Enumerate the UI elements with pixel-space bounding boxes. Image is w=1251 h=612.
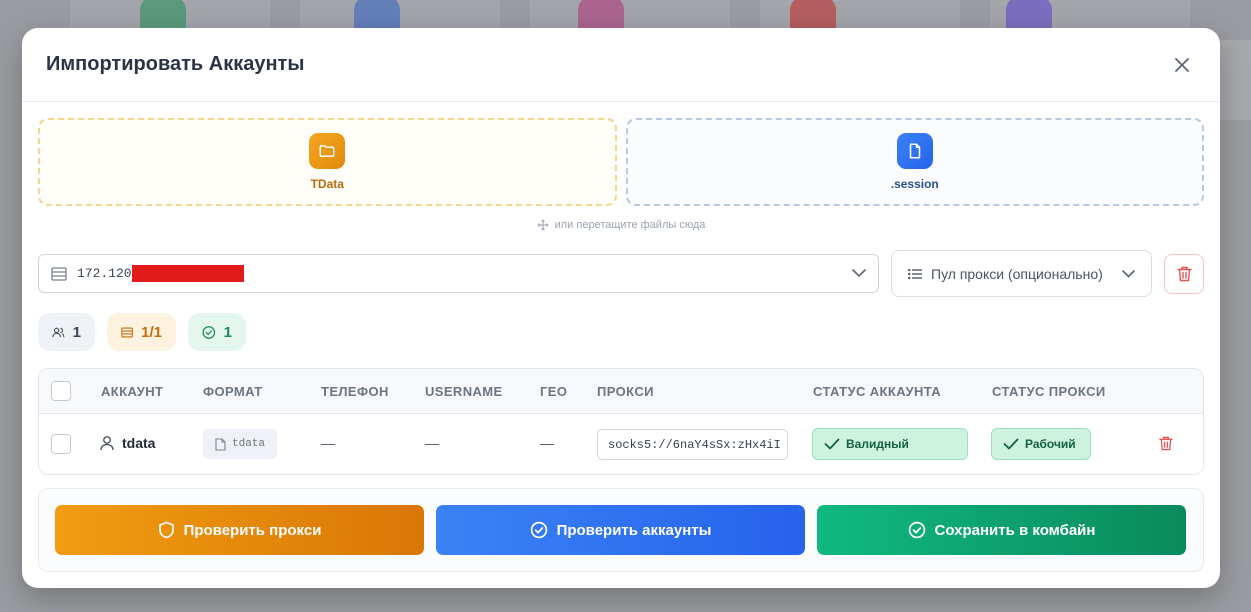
check-circle-icon xyxy=(908,521,925,539)
accounts-table: АККАУНТ ФОРМАТ ТЕЛЕФОН USERNAME ГЕО ПРОК… xyxy=(38,368,1204,475)
session-label: .session xyxy=(890,177,939,191)
stats-bar: 1 1/1 1 xyxy=(38,313,246,351)
username-value: — xyxy=(425,435,439,451)
account-status-text: Валидный xyxy=(846,437,909,451)
chevron-down-icon xyxy=(1122,269,1135,278)
actions-panel: Проверить прокси Проверить аккаунты Сохр… xyxy=(38,488,1204,572)
drag-hint-text: или перетащите файлы сюда xyxy=(554,219,706,231)
stat-accounts: 1 xyxy=(38,313,95,351)
drag-hint: или перетащите файлы сюда xyxy=(22,219,1220,231)
proxy-status-text: Рабочий xyxy=(1025,437,1076,451)
check-accounts-button[interactable]: Проверить аккаунты xyxy=(436,505,805,555)
background-panel xyxy=(1219,40,1251,120)
stat-accounts-value: 1 xyxy=(72,323,81,341)
geo-value: — xyxy=(540,435,554,451)
close-icon xyxy=(1175,58,1189,72)
row-proxy-input[interactable]: socks5://6naY4sSx:zHx4iI xyxy=(597,429,788,460)
check-proxy-label: Проверить прокси xyxy=(183,521,322,539)
check-proxy-button[interactable]: Проверить прокси xyxy=(55,505,424,555)
stat-valid: 1 xyxy=(188,313,246,351)
header-proxy: ПРОКСИ xyxy=(597,384,654,399)
trash-icon xyxy=(1159,436,1173,451)
modal-header: Импортировать Аккаунты xyxy=(22,28,1220,102)
header-format: ФОРМАТ xyxy=(203,384,263,399)
server-icon xyxy=(51,266,67,281)
account-name: tdata xyxy=(122,435,156,451)
check-icon xyxy=(824,438,840,450)
file-icon xyxy=(215,437,226,451)
clear-proxy-button[interactable] xyxy=(1164,254,1204,294)
list-icon xyxy=(908,268,922,279)
check-circle-icon xyxy=(530,521,547,539)
proxy-value: 172.120 xyxy=(77,266,132,281)
folder-icon xyxy=(309,133,346,169)
stat-proxies: 1/1 xyxy=(107,313,176,351)
chevron-down-icon xyxy=(852,269,866,278)
check-accounts-label: Проверить аккаунты xyxy=(556,521,712,539)
session-dropzone[interactable]: .session xyxy=(625,118,1204,206)
format-chip: tdata xyxy=(203,429,278,459)
proxy-pool-select[interactable]: Пул прокси (опционально) xyxy=(891,250,1152,297)
header-account: АККАУНТ xyxy=(101,384,164,399)
delete-row-button[interactable] xyxy=(1159,436,1173,456)
proxy-pool-label: Пул прокси (опционально) xyxy=(931,265,1103,282)
close-button[interactable] xyxy=(1172,55,1192,75)
table-header: АККАУНТ ФОРМАТ ТЕЛЕФОН USERNAME ГЕО ПРОК… xyxy=(39,369,1203,414)
modal-title: Импортировать Аккаунты xyxy=(46,53,305,75)
header-proxy-status: СТАТУС ПРОКСИ xyxy=(992,384,1106,399)
header-phone: ТЕЛЕФОН xyxy=(321,384,389,399)
phone-value: — xyxy=(321,435,335,451)
save-label: Сохранить в комбайн xyxy=(934,521,1096,539)
row-checkbox[interactable] xyxy=(51,434,71,454)
save-to-combine-button[interactable]: Сохранить в комбайн xyxy=(817,505,1186,555)
import-accounts-modal: Импортировать Аккаунты TData .session ил… xyxy=(22,28,1220,588)
header-account-status: СТАТУС АККАУНТА xyxy=(813,384,942,399)
account-cell: tdata xyxy=(99,435,155,451)
dropzones: TData .session xyxy=(38,118,1204,206)
check-circle-icon xyxy=(202,325,216,339)
users-icon xyxy=(52,327,65,337)
trash-icon xyxy=(1176,266,1192,282)
shield-icon xyxy=(158,521,174,539)
stat-proxies-value: 1/1 xyxy=(141,323,162,341)
account-status-badge: Валидный xyxy=(812,428,968,460)
tdata-dropzone[interactable]: TData xyxy=(38,118,617,206)
tdata-label: TData xyxy=(310,177,344,191)
user-icon xyxy=(100,436,114,451)
server-icon xyxy=(121,327,133,337)
stat-valid-value: 1 xyxy=(223,323,232,341)
file-icon xyxy=(896,133,933,169)
table-row: tdata tdata — — — socks5://6naY4sSx:zHx4… xyxy=(39,414,1203,474)
redacted-block xyxy=(131,265,244,282)
proxy-select[interactable]: 172.120 xyxy=(38,254,879,293)
header-username: USERNAME xyxy=(425,384,503,399)
select-all-checkbox[interactable] xyxy=(51,381,71,401)
check-icon xyxy=(1003,438,1019,450)
format-value: tdata xyxy=(232,438,266,450)
move-icon xyxy=(537,219,549,231)
header-geo: ГЕО xyxy=(540,384,568,399)
proxy-status-badge: Рабочий xyxy=(991,428,1091,460)
